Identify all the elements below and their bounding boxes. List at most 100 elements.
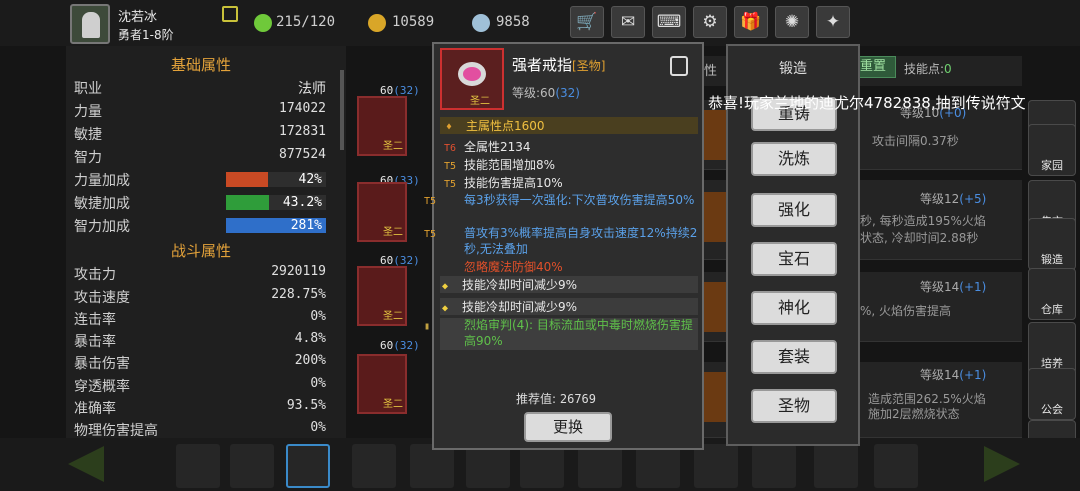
stat-value: 0%	[310, 309, 326, 324]
bonus-row-int: 智力加成 281%	[74, 216, 326, 236]
skill-level: 等级14(+1)	[920, 280, 987, 294]
hero-8[interactable]	[578, 444, 622, 488]
deify-button[interactable]: 神化	[751, 291, 837, 325]
bonus-label: 敏捷加成	[74, 196, 130, 212]
hero-6[interactable]	[466, 444, 510, 488]
stat-value: 93.5%	[286, 398, 326, 413]
gold-icon	[368, 14, 386, 32]
equip-tag: 圣二	[383, 141, 403, 152]
item-affix: T6 全属性2134	[444, 140, 531, 154]
unlock-icon[interactable]	[670, 56, 688, 76]
stat-value: 172831	[279, 124, 326, 139]
hero-5[interactable]	[410, 444, 454, 488]
item-affix: T5 技能范围增加8%	[444, 158, 556, 172]
basic-stats-title: 基础属性	[170, 56, 231, 74]
player-avatar[interactable]	[70, 4, 110, 44]
combat-stats-title: 战斗属性	[170, 242, 231, 260]
bonus-value: 43.2%	[282, 195, 322, 210]
hero-4[interactable]	[352, 444, 396, 488]
bonus-row-agi: 敏捷加成 43.2%	[74, 193, 326, 213]
stat-value: 877524	[279, 147, 326, 162]
stat-label: 攻击力	[74, 267, 116, 283]
stat-label: 准确率	[74, 401, 116, 417]
item-affix: 忽略魔法防御40%	[464, 260, 563, 274]
edit-name-icon[interactable]	[222, 6, 238, 22]
item-level: 等级:60(32)	[512, 86, 580, 100]
hero-7[interactable]	[520, 444, 564, 488]
stat-row-agi: 敏捷 172831	[74, 124, 326, 144]
enhance-button[interactable]: 强化	[751, 193, 837, 227]
mail-icon[interactable]: ✉	[611, 6, 645, 38]
locked-slot-icon	[814, 444, 858, 488]
combat-row: 连击率 0%	[74, 309, 326, 329]
pet-icon[interactable]: ✦	[816, 6, 850, 38]
side-button-train[interactable]: 培养	[1028, 322, 1076, 374]
stats-scrollbar[interactable]	[340, 70, 344, 150]
tab-attr-fragment[interactable]: 性	[704, 60, 717, 79]
set-button[interactable]: 套装	[751, 340, 837, 374]
side-button-home[interactable]: 家园	[1028, 124, 1076, 176]
forge-title: 锻造	[779, 61, 807, 77]
stat-value: 228.75%	[271, 287, 326, 302]
relic-button[interactable]: 圣物	[751, 389, 837, 423]
refine-button[interactable]: 洗炼	[751, 142, 837, 176]
stat-label: 物理伤害提高	[74, 423, 158, 436]
stat-value: 0%	[310, 376, 326, 391]
hero-2[interactable]	[230, 444, 274, 488]
stamina-value: 215/120	[276, 14, 336, 30]
bonus-bar: 43.2%	[226, 195, 326, 210]
hero-9[interactable]	[636, 444, 680, 488]
stat-label: 敏捷	[74, 127, 102, 143]
side-button-label: 锻造	[1041, 253, 1063, 266]
combat-row: 物理伤害提高 0%	[74, 420, 326, 436]
hero-3[interactable]	[286, 444, 330, 488]
skill-desc: 状态, 冷却时间2.88秒	[860, 231, 979, 245]
stat-value: 200%	[294, 353, 326, 368]
shop-icon[interactable]: 🛒	[570, 6, 604, 38]
bonus-fill	[226, 172, 268, 187]
gear-icon[interactable]: ⚙	[693, 6, 727, 38]
replace-button[interactable]: 更换	[524, 412, 612, 442]
equip-slot[interactable]: 圣二	[357, 96, 407, 156]
skill-level: 等级14(+1)	[920, 368, 987, 382]
item-gem-line: ◆ 技能冷却时间减少9%	[440, 298, 698, 315]
equip-tag: 圣二	[383, 311, 403, 322]
stat-label: 暴击率	[74, 334, 116, 350]
item-title: 强者戒指[圣物]	[512, 56, 606, 74]
stat-value: 174022	[279, 101, 326, 116]
bonus-label: 智力加成	[74, 219, 130, 235]
side-button-forge[interactable]: 锻造	[1028, 218, 1076, 270]
skill-desc: 施加2层燃烧状态	[868, 407, 960, 421]
item-badge: 圣二	[470, 96, 490, 107]
stat-value: 4.8%	[294, 331, 326, 346]
gem-button[interactable]: 宝石	[751, 242, 837, 276]
book-icon: ▮	[424, 321, 431, 332]
combat-row: 准确率 93.5%	[74, 398, 326, 418]
gamepad-icon[interactable]: ⌨	[652, 6, 686, 38]
ring-item-icon: 圣二	[440, 48, 504, 110]
hero-10[interactable]	[694, 444, 738, 488]
bonus-row-str: 力量加成 42%	[74, 170, 326, 190]
gem-icon: ◆	[442, 281, 449, 292]
hero-1[interactable]	[176, 444, 220, 488]
hero-11[interactable]	[752, 444, 796, 488]
fire-icon: ♦	[446, 122, 453, 133]
skill-points-label: 技能点:0	[904, 62, 952, 76]
stat-label: 暴击伤害	[74, 356, 130, 372]
item-gem-line: ◆ 技能冷却时间减少9%	[440, 276, 698, 293]
stat-label: 穿透概率	[74, 379, 130, 395]
side-button-storage[interactable]: 仓库	[1028, 268, 1076, 320]
item-affix: T5 每3秒获得一次强化:下次普攻伤害提高50%	[424, 193, 695, 207]
wheel-icon[interactable]: ✺	[775, 6, 809, 38]
stat-label: 攻击速度	[74, 290, 130, 306]
equip-level: 60(32)	[380, 339, 420, 352]
gift-icon[interactable]: 🎁	[734, 6, 768, 38]
equip-slot[interactable]: 圣二	[357, 182, 407, 242]
combat-row: 穿透概率 0%	[74, 376, 326, 396]
stat-label: 力量	[74, 104, 102, 120]
stat-row-int: 智力 877524	[74, 147, 326, 167]
combat-row: 暴击伤害 200%	[74, 353, 326, 373]
equip-slot[interactable]: 圣二	[357, 266, 407, 326]
equip-slot[interactable]: 圣二	[357, 354, 407, 414]
side-button-guild[interactable]: 公会	[1028, 368, 1076, 420]
